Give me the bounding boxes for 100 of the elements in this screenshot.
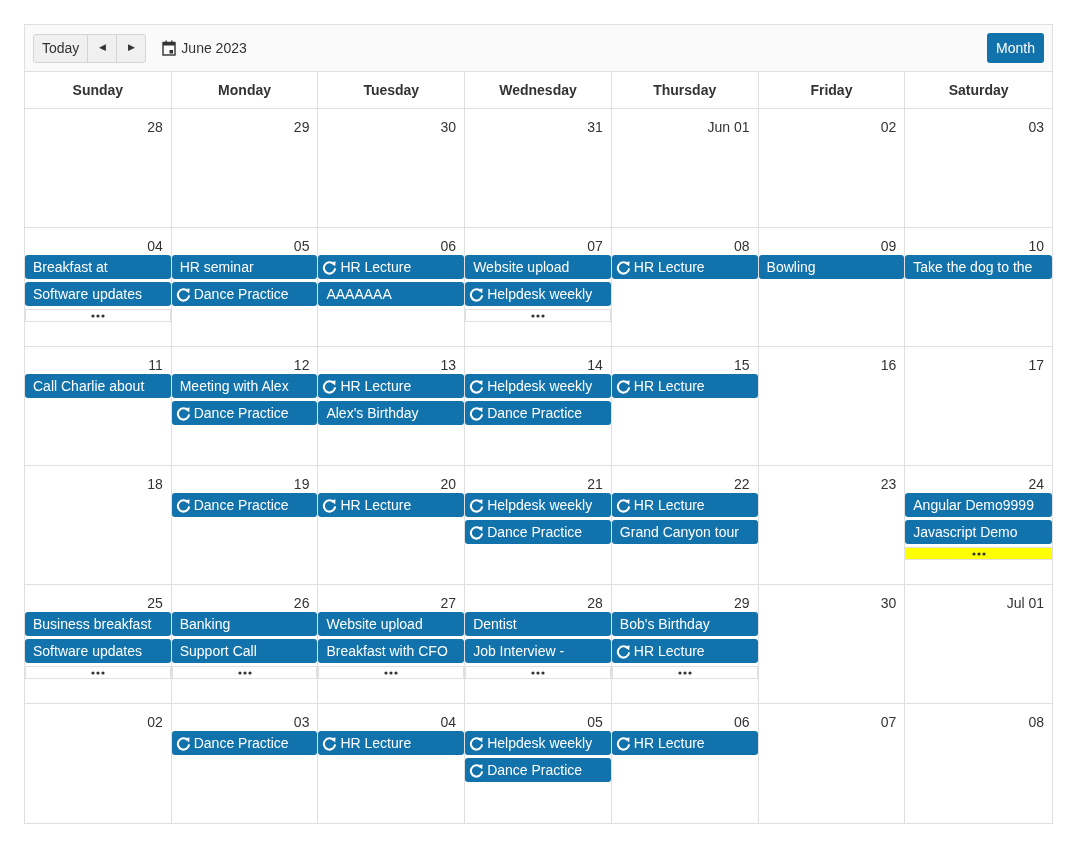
calendar-icon xyxy=(162,40,177,56)
day-number[interactable]: 24 xyxy=(1028,476,1044,492)
day-number[interactable]: 16 xyxy=(880,357,897,373)
day-number[interactable]: 18 xyxy=(147,476,163,492)
event-chip[interactable]: Business breakfast xyxy=(25,612,171,636)
day-number[interactable]: 04 xyxy=(440,714,457,730)
event-chip[interactable]: HR Lecture xyxy=(611,731,758,755)
ellipsis-icon xyxy=(677,670,692,675)
more-events-button[interactable] xyxy=(25,309,171,322)
day-number[interactable]: 28 xyxy=(587,595,603,611)
more-events-button[interactable] xyxy=(465,309,611,322)
event-chip[interactable]: Breakfast with CFO xyxy=(318,639,465,663)
day-number[interactable]: 07 xyxy=(587,238,603,254)
event-chip[interactable]: Dance Practice xyxy=(171,493,318,517)
event-chip[interactable]: Call Charlie about xyxy=(25,374,171,398)
day-number[interactable]: 20 xyxy=(440,476,457,492)
more-events-button[interactable] xyxy=(611,666,758,679)
more-events-button[interactable] xyxy=(25,666,171,679)
day-number[interactable]: 09 xyxy=(880,238,897,254)
day-number[interactable]: 26 xyxy=(293,595,310,611)
more-events-button[interactable] xyxy=(465,666,611,679)
event-chip[interactable]: Software updates xyxy=(25,639,171,663)
day-number[interactable]: 19 xyxy=(293,476,310,492)
event-chip[interactable]: Alex's Birthday xyxy=(318,401,465,425)
event-chip[interactable]: Helpdesk weekly xyxy=(465,282,611,306)
day-number[interactable]: 15 xyxy=(734,357,750,373)
day-number[interactable]: 08 xyxy=(1028,714,1044,730)
day-number[interactable]: Jul 01 xyxy=(1006,595,1044,611)
day-number[interactable]: 03 xyxy=(1028,119,1044,135)
event-chip[interactable]: Dance Practice xyxy=(171,401,318,425)
day-number[interactable]: 05 xyxy=(293,238,310,254)
event-chip[interactable]: Helpdesk weekly xyxy=(465,493,611,517)
more-events-button[interactable] xyxy=(318,666,465,679)
day-number[interactable]: 07 xyxy=(880,714,897,730)
today-button[interactable]: Today xyxy=(34,34,89,62)
event-chip[interactable]: Helpdesk weekly xyxy=(465,731,611,755)
event-chip[interactable]: Dance Practice xyxy=(465,401,611,425)
day-number[interactable]: 13 xyxy=(440,357,457,373)
day-number[interactable]: 31 xyxy=(587,119,603,135)
day-number[interactable]: 02 xyxy=(880,119,897,135)
day-number[interactable]: 06 xyxy=(440,238,457,254)
more-events-button[interactable] xyxy=(171,666,318,679)
event-chip[interactable]: Dance Practice xyxy=(465,758,611,782)
day-number[interactable]: 12 xyxy=(293,357,310,373)
event-chip[interactable]: HR Lecture xyxy=(611,374,758,398)
day-number[interactable]: 23 xyxy=(880,476,897,492)
day-number[interactable]: 17 xyxy=(1028,357,1044,373)
date-range-button[interactable]: June 2023 xyxy=(162,37,247,59)
event-chip[interactable]: Take the dog to the xyxy=(905,255,1052,279)
event-chip[interactable]: Meeting with Alex xyxy=(171,374,318,398)
event-chip[interactable]: HR Lecture xyxy=(318,255,465,279)
event-chip[interactable]: Banking xyxy=(171,612,318,636)
event-chip[interactable]: Helpdesk weekly xyxy=(465,374,611,398)
event-chip[interactable]: Javascript Demo xyxy=(905,520,1052,544)
event-chip[interactable]: Dance Practice xyxy=(465,520,611,544)
day-number[interactable]: 11 xyxy=(148,357,163,373)
day-number[interactable]: 28 xyxy=(147,119,163,135)
day-number[interactable]: 08 xyxy=(734,238,750,254)
event-chip[interactable]: AAAAAAA xyxy=(318,282,465,306)
event-chip[interactable]: Bowling xyxy=(758,255,905,279)
event-chip[interactable]: Dentist xyxy=(465,612,611,636)
event-chip[interactable]: HR Lecture xyxy=(611,255,758,279)
recurrence-icon xyxy=(322,735,338,751)
event-chip[interactable]: Website upload xyxy=(465,255,611,279)
event-chip[interactable]: HR Lecture xyxy=(611,493,758,517)
event-chip[interactable]: Grand Canyon tour xyxy=(611,520,758,544)
day-number[interactable]: 30 xyxy=(880,595,897,611)
day-number[interactable]: 29 xyxy=(734,595,750,611)
day-number[interactable]: 22 xyxy=(734,476,750,492)
event-chip[interactable]: Website upload xyxy=(318,612,465,636)
day-number[interactable]: Jun 01 xyxy=(707,119,750,135)
event-chip[interactable]: HR Lecture xyxy=(318,374,465,398)
day-number[interactable]: 30 xyxy=(440,119,457,135)
event-chip[interactable]: HR Lecture xyxy=(318,493,465,517)
day-number[interactable]: 14 xyxy=(587,357,603,373)
day-number[interactable]: 25 xyxy=(147,595,163,611)
event-chip[interactable]: HR Lecture xyxy=(611,639,758,663)
day-number[interactable]: 06 xyxy=(734,714,750,730)
day-number[interactable]: 03 xyxy=(293,714,310,730)
day-number[interactable]: 27 xyxy=(440,595,457,611)
day-number[interactable]: 21 xyxy=(587,476,603,492)
day-number[interactable]: 10 xyxy=(1028,238,1044,254)
month-view-button[interactable]: Month xyxy=(987,33,1044,63)
event-chip[interactable]: Angular Demo9999 xyxy=(905,493,1052,517)
event-chip[interactable]: HR seminar xyxy=(171,255,318,279)
day-number[interactable]: 02 xyxy=(147,714,163,730)
next-button[interactable]: ▶ xyxy=(117,34,146,62)
day-number[interactable]: 05 xyxy=(587,714,603,730)
event-chip[interactable]: Support Call xyxy=(171,639,318,663)
event-chip[interactable]: Bob's Birthday xyxy=(611,612,758,636)
event-chip[interactable]: Dance Practice xyxy=(171,731,318,755)
day-number[interactable]: 04 xyxy=(147,238,163,254)
more-events-button[interactable] xyxy=(905,547,1052,560)
event-chip[interactable]: Software updates xyxy=(25,282,171,306)
day-number[interactable]: 29 xyxy=(293,119,310,135)
event-chip[interactable]: Breakfast at xyxy=(25,255,171,279)
event-chip[interactable]: Job Interview - xyxy=(465,639,611,663)
event-chip[interactable]: Dance Practice xyxy=(171,282,318,306)
previous-button[interactable]: ◀ xyxy=(88,34,118,62)
event-chip[interactable]: HR Lecture xyxy=(318,731,465,755)
